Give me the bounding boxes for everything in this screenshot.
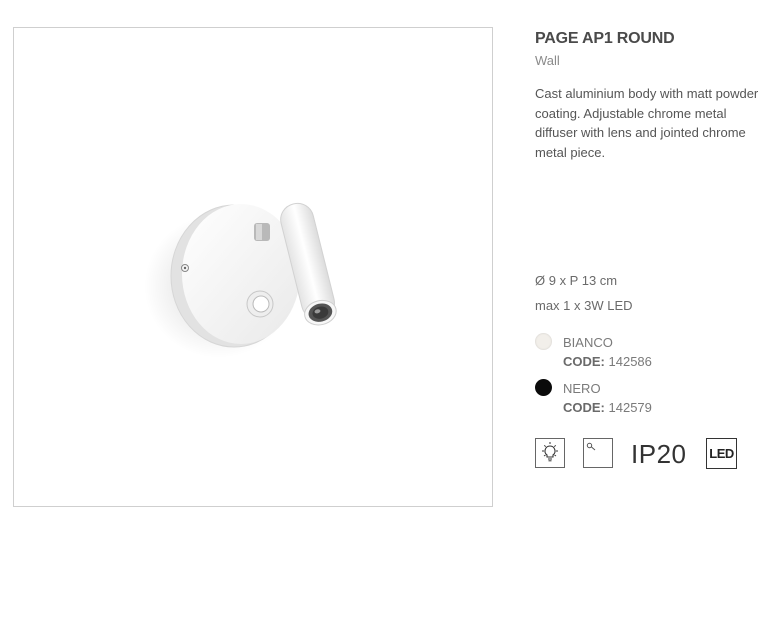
wall-lamp-image [144,202,337,358]
product-title: PAGE AP1 ROUND [535,30,675,47]
product-photo [13,27,493,507]
code-label: CODE: [563,400,605,415]
power-text: max 1 x 3W LED [535,298,633,313]
product-category: Wall [535,53,560,68]
ip-rating: IP20 [631,439,687,469]
product-specs: Ø 9 x P 13 cm max 1 x 3W LED [535,268,633,318]
color-swatch-black [535,379,552,396]
product-info: PAGE AP1 ROUND Wall Cast aluminium body … [535,28,767,162]
variant-code: CODE: 142586 [563,353,652,371]
code-value: 142579 [608,400,652,415]
variant-color-name: BIANCO [563,335,613,350]
on-off-switch-icon [583,438,613,468]
dimensions-text: Ø 9 x P 13 cm [535,273,618,288]
color-swatch-white [535,333,552,350]
led-badge: LED [706,438,737,469]
variant-code: CODE: 142579 [563,399,652,417]
certification-icons: IP20 LED [535,438,745,472]
code-label: CODE: [563,354,605,369]
bulb-class-icon [535,438,565,468]
code-value: 142586 [608,354,652,369]
variant-color-name: NERO [563,381,601,396]
product-description: Cast aluminium body with matt powder coa… [535,86,759,160]
